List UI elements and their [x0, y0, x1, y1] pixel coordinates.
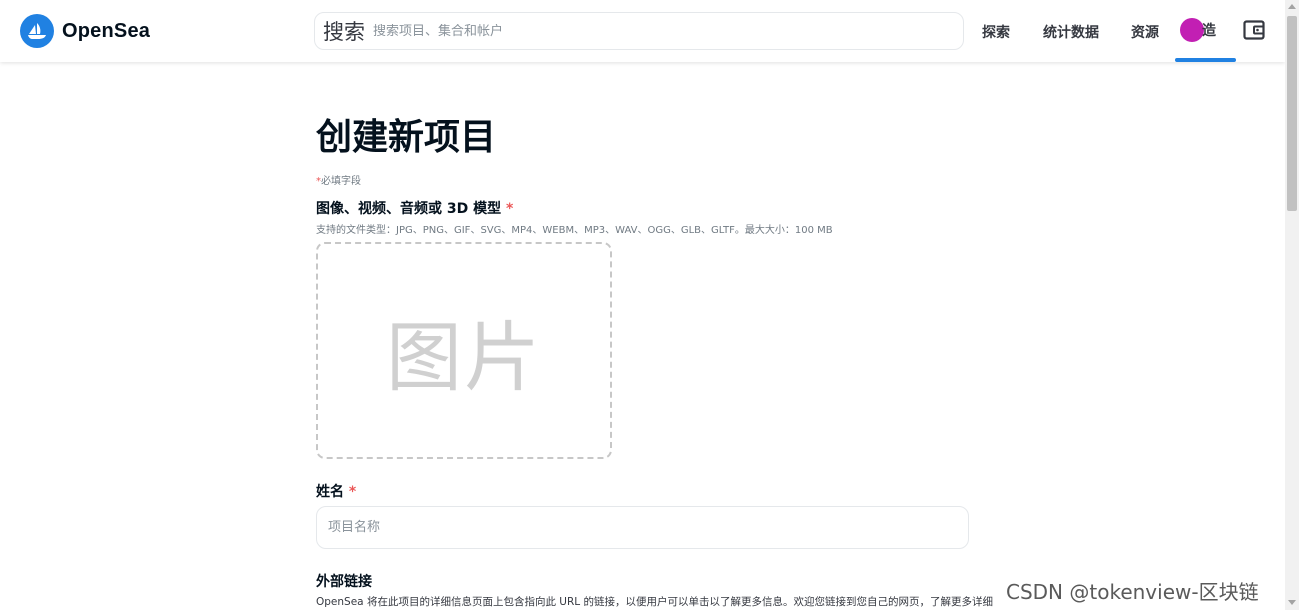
media-field-label: 图像、视频、音频或 3D 模型 *: [316, 198, 513, 218]
search-input[interactable]: [373, 23, 963, 39]
required-fields-note: *必填字段: [316, 172, 361, 187]
search-icon: 搜索: [323, 20, 365, 44]
avatar-icon: [1180, 18, 1204, 42]
brand-logo[interactable]: OpenSea: [20, 14, 150, 48]
active-tab-indicator: [1175, 58, 1236, 62]
search-bar[interactable]: 搜索: [314, 12, 964, 50]
required-star: *: [348, 484, 357, 500]
external-link-label: 外部链接: [316, 574, 372, 590]
name-field-label: 姓名 *: [316, 481, 356, 501]
item-name-input[interactable]: [316, 506, 969, 549]
brand-name: OpenSea: [62, 19, 151, 42]
top-navbar: OpenSea 搜索 探索 统计数据 资源 造: [0, 0, 1285, 62]
wallet-icon[interactable]: [1243, 20, 1265, 40]
image-placeholder-icon: 图片: [386, 312, 542, 402]
scrollbar-thumb[interactable]: [1287, 16, 1297, 211]
external-link-description: OpenSea 将在此项目的详细信息页面上包含指向此 URL 的链接，以便用户可…: [316, 596, 993, 608]
opensea-logo-icon: [20, 14, 54, 48]
nav-link-explore[interactable]: 探索: [982, 22, 1010, 42]
page-title: 创建新项目: [316, 117, 497, 158]
create-label: 造: [1202, 23, 1216, 39]
scroll-up-icon[interactable]: [1288, 4, 1296, 9]
nav-link-resources[interactable]: 资源: [1131, 22, 1159, 42]
media-file-types-hint: 支持的文件类型：JPG、PNG、GIF、SVG、MP4、WEBM、MP3、WAV…: [316, 225, 833, 236]
scroll-down-icon[interactable]: [1288, 600, 1296, 605]
media-label-text: 图像、视频、音频或 3D 模型: [316, 201, 502, 217]
required-note-text: 必填字段: [321, 176, 361, 187]
nav-link-stats[interactable]: 统计数据: [1043, 22, 1099, 42]
watermark-text: CSDN @tokenview-区块链: [1006, 580, 1259, 604]
required-star: *: [506, 201, 514, 217]
media-upload-dropzone[interactable]: 图片: [316, 242, 612, 459]
name-label-text: 姓名: [316, 484, 344, 500]
nav-link-create[interactable]: 造: [1180, 18, 1216, 42]
